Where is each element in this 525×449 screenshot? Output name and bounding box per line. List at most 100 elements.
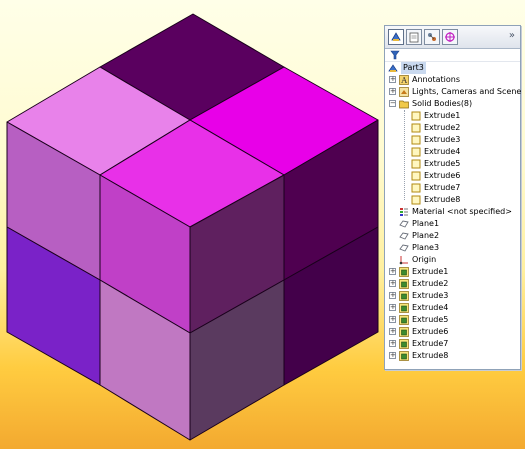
tree-item-feature[interactable]: + Extrude6	[385, 326, 520, 338]
tab-configuration-manager[interactable]	[424, 29, 440, 45]
tree-item-body-label: Extrude8	[424, 195, 461, 204]
extrude-feature-icon	[399, 351, 409, 361]
tree-item-solid-bodies[interactable]: − Solid Bodies(8)	[385, 98, 520, 110]
expand-toggle-icon[interactable]: +	[389, 292, 396, 299]
lights-cameras-icon	[399, 87, 409, 97]
expand-panel-button[interactable]: »	[509, 30, 515, 41]
expand-toggle-icon[interactable]: −	[389, 100, 396, 107]
tree-item-annotations[interactable]: + A Annotations	[385, 74, 520, 86]
tree-item-body-label: Extrude3	[424, 135, 461, 144]
plane-icon	[399, 219, 409, 229]
folder-icon	[399, 99, 409, 109]
tree-item-body-label: Extrude6	[424, 171, 461, 180]
tree-item-origin[interactable]: Origin	[385, 254, 520, 266]
extrude-feature-icon	[399, 291, 409, 301]
tree-item-plane[interactable]: Plane3	[385, 242, 520, 254]
filter-row	[385, 49, 520, 62]
tree-item-origin-label: Origin	[412, 255, 437, 264]
property-manager-icon	[409, 32, 419, 43]
tree-item-plane[interactable]: Plane1	[385, 218, 520, 230]
tree-item-feature-label: Extrude6	[412, 327, 449, 336]
tree-item-feature[interactable]: + Extrude5	[385, 314, 520, 326]
configuration-manager-icon	[428, 33, 436, 41]
extrude-feature-icon	[399, 339, 409, 349]
tree-item-feature[interactable]: + Extrude7	[385, 338, 520, 350]
tree-item-plane-label: Plane2	[412, 231, 440, 240]
tree-item-lights-label: Lights, Cameras and Scene	[412, 87, 522, 96]
expand-toggle-icon[interactable]: +	[389, 340, 396, 347]
tree-item-body[interactable]: Extrude1	[385, 110, 520, 122]
solid-body-icon	[411, 123, 421, 133]
tree-item-feature[interactable]: + Extrude1	[385, 266, 520, 278]
tree-item-body[interactable]: Extrude4	[385, 146, 520, 158]
tree-item-feature-label: Extrude2	[412, 279, 449, 288]
extrude-feature-icon	[399, 279, 409, 289]
solid-body-icon	[411, 147, 421, 157]
extrude-feature-icon	[399, 315, 409, 325]
expand-toggle-icon[interactable]: +	[389, 280, 396, 287]
tree-item-part[interactable]: Part3	[385, 62, 520, 74]
extrude-feature-icon	[399, 267, 409, 277]
tab-feature-manager[interactable]	[388, 29, 404, 45]
tree-item-material-label: Material <not specified>	[412, 207, 512, 216]
expand-toggle-icon[interactable]: +	[389, 268, 396, 275]
tree-item-body[interactable]: Extrude3	[385, 134, 520, 146]
tree-item-body[interactable]: Extrude7	[385, 182, 520, 194]
solid-body-icon	[411, 183, 421, 193]
plane-icon	[399, 243, 409, 253]
solid-body-icon	[411, 195, 421, 205]
tree-item-feature-label: Extrude3	[412, 291, 449, 300]
tree-item-plane[interactable]: Plane2	[385, 230, 520, 242]
tree-item-solid-bodies-label: Solid Bodies(8)	[412, 99, 473, 108]
tree-item-feature-label: Extrude5	[412, 315, 449, 324]
filter-icon[interactable]	[390, 50, 400, 60]
expand-toggle-icon[interactable]: +	[389, 352, 396, 359]
solid-body-icon	[411, 135, 421, 145]
tree-item-body[interactable]: Extrude8	[385, 194, 520, 206]
tree-item-lights[interactable]: + Lights, Cameras and Scene	[385, 86, 522, 98]
tree-item-feature-label: Extrude7	[412, 339, 449, 348]
dimxpert-manager-icon	[445, 32, 455, 42]
tree-item-feature-label: Extrude4	[412, 303, 449, 312]
tree-item-feature-label: Extrude1	[412, 267, 449, 276]
tree-item-plane-label: Plane3	[412, 243, 440, 252]
tree-item-part-label: Part3	[401, 62, 426, 74]
tree-item-annotations-label: Annotations	[412, 75, 461, 84]
part-icon	[388, 63, 398, 73]
expand-toggle-icon[interactable]: +	[389, 76, 396, 83]
tree-item-feature[interactable]: + Extrude4	[385, 302, 520, 314]
expand-toggle-icon[interactable]: +	[389, 304, 396, 311]
tree-connector-line	[404, 110, 405, 200]
tab-property-manager[interactable]	[406, 29, 422, 45]
feature-manager-panel: » Part3 + A Annotations + Lights, Cameras and…	[384, 25, 521, 370]
panel-tab-bar: »	[385, 26, 520, 49]
expand-toggle-icon[interactable]: +	[389, 88, 396, 95]
expand-toggle-icon[interactable]: +	[389, 316, 396, 323]
extrude-feature-icon	[399, 327, 409, 337]
tree-item-body[interactable]: Extrude2	[385, 122, 520, 134]
tree-item-feature[interactable]: + Extrude3	[385, 290, 520, 302]
tree-item-body[interactable]: Extrude5	[385, 158, 520, 170]
tab-dimxpert-manager[interactable]	[442, 29, 458, 45]
annotations-icon: A	[399, 75, 409, 85]
plane-icon	[399, 231, 409, 241]
feature-manager-icon	[391, 32, 401, 41]
solid-body-icon	[411, 159, 421, 169]
svg-text:A: A	[400, 76, 407, 85]
origin-icon	[399, 255, 409, 265]
tree-item-body-label: Extrude7	[424, 183, 461, 192]
solid-body-icon	[411, 171, 421, 181]
tree-item-feature[interactable]: + Extrude8	[385, 350, 520, 362]
tree-item-material[interactable]: Material <not specified>	[385, 206, 520, 218]
expand-toggle-icon[interactable]: +	[389, 328, 396, 335]
tree-item-body-label: Extrude1	[424, 111, 461, 120]
solid-body-icon	[411, 111, 421, 121]
extrude-feature-icon	[399, 303, 409, 313]
tree-item-body[interactable]: Extrude6	[385, 170, 520, 182]
tree-item-body-label: Extrude4	[424, 147, 461, 156]
tree-item-body-label: Extrude5	[424, 159, 461, 168]
tree-item-feature[interactable]: + Extrude2	[385, 278, 520, 290]
tree-item-body-label: Extrude2	[424, 123, 461, 132]
tree-item-feature-label: Extrude8	[412, 351, 449, 360]
material-icon	[399, 207, 409, 217]
